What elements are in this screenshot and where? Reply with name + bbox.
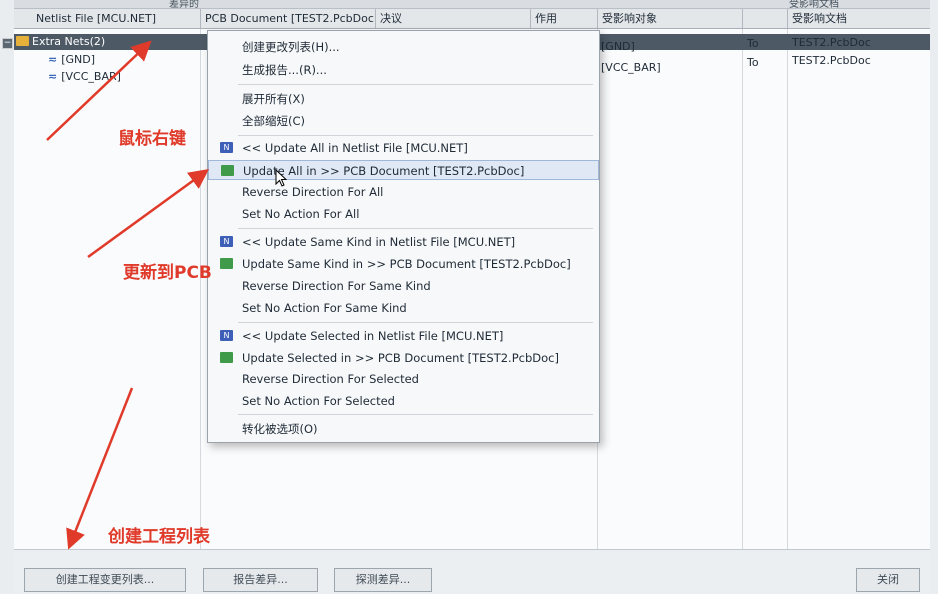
- collapse-icon[interactable]: −: [2, 38, 13, 49]
- tree-root-label: Extra Nets(2): [32, 35, 106, 48]
- affected-object-cell: [GND]: [601, 40, 635, 53]
- menu-item-update-selected-pcb[interactable]: Update Selected in >> PCB Document [TEST…: [208, 348, 599, 368]
- col-affected-document[interactable]: 受影响文档: [788, 9, 930, 28]
- menu-item-update-same-kind-pcb[interactable]: Update Same Kind in >> PCB Document [TES…: [208, 254, 599, 274]
- menu-item-convert-selection[interactable]: 转化被选项(O): [208, 419, 599, 439]
- folder-icon: [16, 36, 29, 46]
- menu-item-label: Update Selected in >> PCB Document [TEST…: [242, 351, 559, 365]
- tree-item-vcc-bar[interactable]: ≂ [VCC_BAR]: [48, 69, 121, 85]
- pcb-icon: [220, 258, 233, 269]
- tree-root-extra-nets[interactable]: − Extra Nets(2): [2, 34, 105, 50]
- context-menu: 创建更改列表(H)... 生成报告...(R)... 展开所有(X) 全部缩短(…: [207, 30, 600, 443]
- close-button[interactable]: 关闭: [856, 568, 920, 592]
- menu-item-expand-all[interactable]: 展开所有(X): [208, 89, 599, 109]
- menu-item-label: << Update Selected in Netlist File [MCU.…: [242, 329, 504, 343]
- grid-divider: [742, 29, 743, 549]
- annotation-create-list: 创建工程列表: [108, 527, 210, 547]
- menu-separator: [238, 135, 593, 136]
- column-header: Netlist File [MCU.NET] PCB Document [TES…: [14, 9, 930, 29]
- net-icon: ≂: [48, 53, 58, 66]
- create-change-list-button[interactable]: 创建工程变更列表...: [24, 568, 186, 592]
- tree-item-label: [GND]: [61, 53, 96, 66]
- pcb-icon: [220, 352, 233, 363]
- direction-cell: To: [747, 56, 759, 69]
- menu-item-label: Set No Action For Same Kind: [242, 301, 407, 315]
- menu-item-label: << Update Same Kind in Netlist File [MCU…: [242, 235, 516, 249]
- affected-document-cell: TEST2.PcbDoc: [792, 54, 871, 67]
- menu-separator: [238, 322, 593, 323]
- menu-item-label: << Update All in Netlist File [MCU.NET]: [242, 141, 468, 155]
- pcb-icon: [221, 165, 234, 176]
- menu-item-reverse-same-kind[interactable]: Reverse Direction For Same Kind: [208, 276, 599, 296]
- affected-document-cell: TEST2.PcbDoc: [792, 36, 871, 49]
- menu-item-update-all-pcb[interactable]: Update All in >> PCB Document [TEST2.Pcb…: [208, 160, 599, 180]
- menu-separator: [238, 84, 593, 85]
- menu-item-label: 生成报告...(R)...: [242, 63, 327, 77]
- header-group-row: 差异的 受影响文档: [14, 0, 930, 10]
- col-action[interactable]: 作用: [531, 9, 598, 28]
- annotation-right-click: 鼠标右键: [118, 129, 186, 149]
- annotation-update-pcb: 更新到PCB: [123, 263, 212, 283]
- menu-item-no-action-same-kind[interactable]: Set No Action For Same Kind: [208, 298, 599, 318]
- menu-separator: [238, 228, 593, 229]
- menu-item-update-same-kind-netlist[interactable]: N << Update Same Kind in Netlist File [MC…: [208, 232, 599, 252]
- menu-item-no-action-all[interactable]: Set No Action For All: [208, 204, 599, 224]
- menu-item-update-all-netlist[interactable]: N << Update All in Netlist File [MCU.NET]: [208, 138, 599, 158]
- tree-item-label: [VCC_BAR]: [61, 70, 121, 83]
- col-affected-object[interactable]: 受影响对象: [598, 9, 743, 28]
- direction-cell: To: [747, 37, 759, 50]
- menu-item-reverse-all[interactable]: Reverse Direction For All: [208, 182, 599, 202]
- netlist-icon: N: [220, 330, 233, 341]
- menu-item-label: Reverse Direction For Same Kind: [242, 279, 431, 293]
- grid-divider: [200, 29, 201, 549]
- menu-item-reverse-selected[interactable]: Reverse Direction For Selected: [208, 369, 599, 389]
- menu-item-label: Set No Action For All: [242, 207, 360, 221]
- netlist-icon: N: [220, 236, 233, 247]
- menu-item-label: 全部缩短(C): [242, 114, 306, 128]
- grid-divider: [787, 29, 788, 549]
- menu-item-label: 展开所有(X): [242, 92, 305, 106]
- menu-item-no-action-selected[interactable]: Set No Action For Selected: [208, 391, 599, 411]
- menu-item-generate-report[interactable]: 生成报告...(R)...: [208, 60, 599, 80]
- col-netlist-file[interactable]: Netlist File [MCU.NET]: [32, 9, 201, 28]
- menu-item-label: 转化被选项(O): [242, 422, 318, 436]
- menu-item-create-change-list[interactable]: 创建更改列表(H)...: [208, 37, 599, 57]
- col-pcb-document[interactable]: PCB Document [TEST2.PcbDoc]: [201, 9, 376, 28]
- menu-separator: [238, 414, 593, 415]
- detect-differences-button[interactable]: 探测差异...: [334, 568, 432, 592]
- col-direction[interactable]: [743, 9, 788, 28]
- netlist-icon: N: [220, 142, 233, 153]
- col-resolution[interactable]: 决议: [376, 9, 531, 28]
- menu-item-label: 创建更改列表(H)...: [242, 40, 340, 54]
- menu-item-label: Update Same Kind in >> PCB Document [TES…: [242, 257, 571, 271]
- menu-item-update-selected-netlist[interactable]: N << Update Selected in Netlist File [MCU…: [208, 326, 599, 346]
- menu-item-label: Reverse Direction For All: [242, 185, 384, 199]
- report-differences-button[interactable]: 报告差异...: [203, 568, 318, 592]
- menu-item-collapse-all[interactable]: 全部缩短(C): [208, 111, 599, 131]
- menu-item-label: Reverse Direction For Selected: [242, 372, 419, 386]
- footer-bar: 创建工程变更列表... 报告差异... 探测差异... 关闭: [14, 549, 930, 594]
- affected-object-cell: [VCC_BAR]: [601, 61, 661, 74]
- tree-item-gnd[interactable]: ≂ [GND]: [48, 52, 95, 68]
- mouse-cursor-icon: [275, 169, 287, 187]
- menu-item-label: Set No Action For Selected: [242, 394, 395, 408]
- net-icon: ≂: [48, 70, 58, 83]
